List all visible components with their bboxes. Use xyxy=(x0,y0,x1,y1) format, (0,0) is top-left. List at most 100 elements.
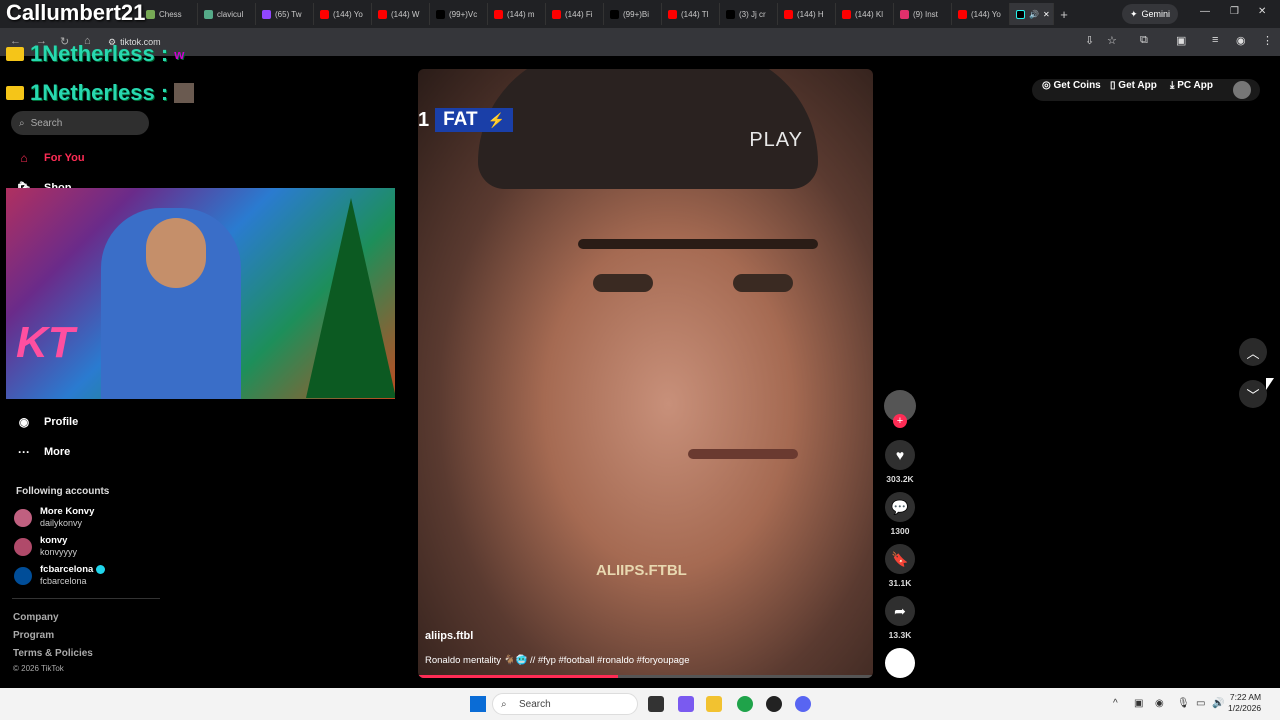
browser-tab[interactable]: (144) Tl xyxy=(662,3,720,25)
tab-search-icon[interactable]: ≡ xyxy=(1212,34,1218,46)
browser-tab[interactable]: (144) Fi xyxy=(546,3,604,25)
user-avatar[interactable] xyxy=(1233,81,1251,99)
extensions-icon[interactable]: ⧉ xyxy=(1140,34,1148,47)
account-handle: dailykonvy xyxy=(40,518,83,528)
browser-tab[interactable]: (144) W xyxy=(372,3,430,25)
comment-button[interactable]: 💬 1300 xyxy=(884,492,916,536)
next-video-button[interactable]: ﹀ xyxy=(1239,380,1267,408)
avatar xyxy=(14,537,32,556)
chevron-up-icon[interactable]: ^ xyxy=(1113,698,1118,709)
copilot-icon[interactable] xyxy=(678,696,694,712)
volume-icon[interactable]: 🔊 xyxy=(1212,698,1224,709)
tab-label: (144) W xyxy=(391,9,420,19)
video-overlay-badge: 1 FAT ⚡ xyxy=(418,107,514,133)
browser-tab[interactable]: (144) Kl xyxy=(836,3,894,25)
close-window-icon[interactable]: ✕ xyxy=(1258,6,1266,17)
browser-tab[interactable]: (99+)Bi xyxy=(604,3,662,25)
get-coins-label: Get Coins xyxy=(1053,80,1101,91)
chat-user: 1Netherless : xyxy=(30,41,169,66)
tab-label: (144) Kl xyxy=(855,9,884,19)
tab-favicon-icon xyxy=(900,9,909,19)
media-icon[interactable]: ▣ xyxy=(1176,34,1186,47)
search-input[interactable]: ⌕ Search xyxy=(11,111,149,135)
video-progress-bar[interactable] xyxy=(418,675,873,678)
tab-favicon-icon xyxy=(784,9,793,19)
account-name: More Konvy xyxy=(40,506,95,517)
app-icon[interactable] xyxy=(766,696,782,712)
following-account[interactable]: More Konvy dailykonvy xyxy=(14,506,94,529)
tab-favicon-icon xyxy=(262,9,271,19)
get-app-button[interactable]: ▯ Get App xyxy=(1110,80,1157,91)
tab-tiktok[interactable]: 🔊 ✕ xyxy=(1010,3,1054,25)
tray-app-icon[interactable]: ▣ xyxy=(1134,698,1143,709)
bookmark-star-icon[interactable]: ☆ xyxy=(1107,34,1117,47)
menu-dots-icon[interactable]: ⋮ xyxy=(1262,34,1273,47)
nav-for-you[interactable]: ⌂ For You xyxy=(16,151,84,165)
network-icon[interactable]: ▭ xyxy=(1196,698,1205,709)
gemini-icon: ✦ xyxy=(1130,8,1138,19)
tab-label: (144) Yo xyxy=(971,9,1001,19)
discord-icon[interactable] xyxy=(795,696,811,712)
video-author[interactable]: aliips.ftbl xyxy=(425,630,473,642)
browser-tab[interactable]: clavicul xyxy=(198,3,256,25)
footer-program[interactable]: Program xyxy=(13,630,54,641)
new-tab-button[interactable]: + xyxy=(1054,7,1074,22)
creator-avatar-button[interactable]: + xyxy=(884,390,916,428)
tab-label: (144) Fi xyxy=(565,9,593,19)
previous-video-button[interactable]: ︿ xyxy=(1239,338,1267,366)
footer-company[interactable]: Company xyxy=(13,612,59,623)
tab-label: (3) Jj cr xyxy=(739,9,766,19)
tab-favicon-icon xyxy=(552,9,561,19)
video-watermark: ALIIPS.FTBL xyxy=(596,562,687,579)
nav-profile[interactable]: ◉ Profile xyxy=(16,415,78,429)
browser-tab[interactable]: (144) Yo xyxy=(952,3,1010,25)
profile-icon[interactable]: ◉ xyxy=(1236,34,1246,47)
chat-message: 1Netherless : w xyxy=(6,41,184,67)
browser-tab[interactable]: (9) Inst xyxy=(894,3,952,25)
tab-favicon-icon xyxy=(378,9,387,19)
account-name: konvy xyxy=(40,535,68,546)
pc-app-button[interactable]: ⤓ PC App xyxy=(1170,80,1213,91)
share-button[interactable]: ➦ 13.3K xyxy=(884,596,916,640)
file-explorer-icon[interactable] xyxy=(706,696,722,712)
following-account[interactable]: fcbarcelona fcbarcelona xyxy=(14,564,106,587)
share-icon: ➦ xyxy=(885,596,915,626)
browser-tab[interactable]: (65) Tw xyxy=(256,3,314,25)
browser-tab[interactable]: (144) m xyxy=(488,3,546,25)
install-icon[interactable]: ⇩ xyxy=(1085,34,1094,47)
search-icon: ⌕ xyxy=(501,698,507,710)
tray-app-icon[interactable]: ◉ xyxy=(1155,698,1164,709)
taskbar-search[interactable]: ⌕ Search xyxy=(492,693,638,715)
gemini-button[interactable]: ✦ Gemini xyxy=(1122,4,1179,24)
follow-plus-icon[interactable]: + xyxy=(893,414,907,428)
gemini-label: Gemini xyxy=(1141,9,1171,19)
like-button[interactable]: ♥ 303.2K xyxy=(884,440,916,484)
windows-start-icon[interactable] xyxy=(470,696,486,712)
chat-emote xyxy=(174,83,195,103)
video-player[interactable]: 1 FAT ⚡ PLAY ALIIPS.FTBL aliips.ftbl Rona… xyxy=(418,69,873,678)
get-coins-button[interactable]: ◎ Get Coins xyxy=(1042,80,1101,91)
maximize-icon[interactable]: ❐ xyxy=(1230,6,1239,17)
system-clock[interactable]: 7:22 AM 1/2/2026 xyxy=(1228,692,1261,714)
close-tab-icon[interactable]: ✕ xyxy=(1043,10,1050,19)
browser-tab[interactable]: (144) H xyxy=(778,3,836,25)
nav-more[interactable]: ··· More xyxy=(16,445,70,459)
avatar xyxy=(14,566,32,585)
browser-tab[interactable]: (99+)Vc xyxy=(430,3,488,25)
minimize-icon[interactable]: — xyxy=(1200,6,1210,17)
video-subject-mouth xyxy=(688,449,798,459)
browser-tab[interactable]: Chess xyxy=(140,3,198,25)
footer-terms[interactable]: Terms & Policies xyxy=(13,648,93,659)
avatar xyxy=(14,508,32,527)
browser-tab[interactable]: (3) Jj cr xyxy=(720,3,778,25)
chrome-icon[interactable] xyxy=(737,696,753,712)
task-view-icon[interactable] xyxy=(648,696,664,712)
following-account[interactable]: konvy konvyyyy xyxy=(14,535,77,558)
tab-favicon-icon xyxy=(320,9,329,19)
music-disc-button[interactable] xyxy=(884,648,916,678)
save-button[interactable]: 🔖 31.1K xyxy=(884,544,916,588)
microphone-icon[interactable]: 🎙 xyxy=(1177,698,1190,709)
browser-tab[interactable]: (144) Yo xyxy=(314,3,372,25)
tab-label: clavicul xyxy=(217,9,244,19)
bookmark-icon: 🔖 xyxy=(885,544,915,574)
